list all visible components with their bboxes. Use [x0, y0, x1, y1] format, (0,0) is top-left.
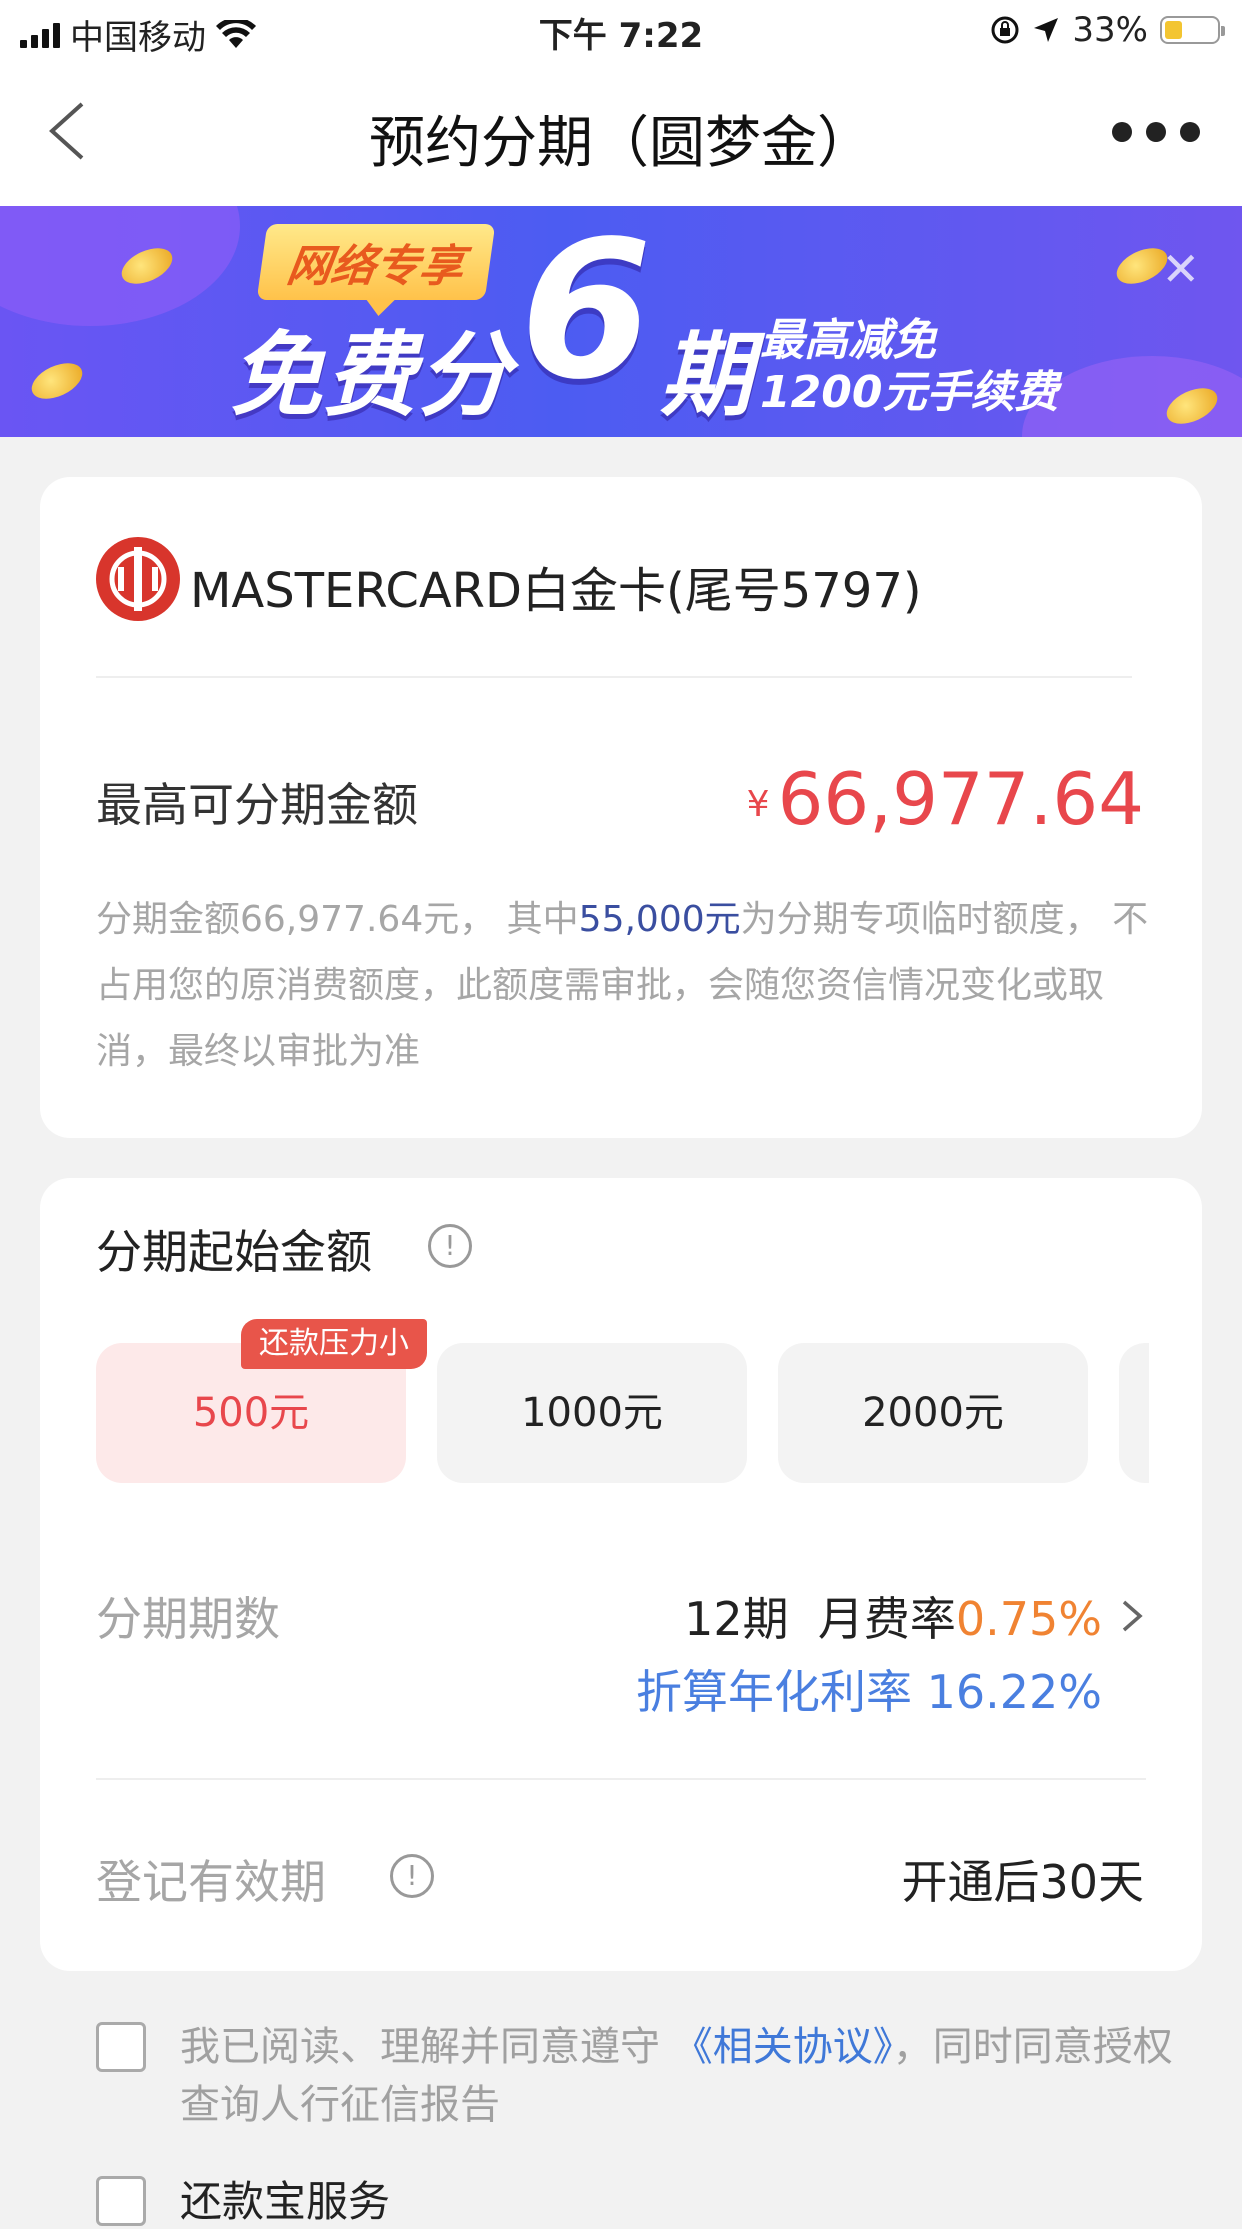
- amount-option-2000[interactable]: 2000元: [778, 1343, 1088, 1483]
- more-icon[interactable]: [1112, 122, 1200, 142]
- installment-panel: 分期起始金额 ! 500元 还款压力小 1000元 2000元 分期期数 12期…: [40, 1178, 1202, 1971]
- amount-option-1000[interactable]: 1000元: [437, 1343, 747, 1483]
- divider: [96, 1778, 1146, 1780]
- agreement-text: 我已阅读、理解并同意遵守 《相关协议》，同时同意授权查询人行征信报告: [180, 2018, 1180, 2134]
- promo-banner[interactable]: 网络专享 免费分 6 期 最高减免 1200元手续费 ✕: [0, 206, 1242, 437]
- service-checkbox[interactable]: [96, 2176, 146, 2226]
- status-right: 33%: [990, 10, 1225, 50]
- desc-pre: 分期金额66,977.64元， 其中: [96, 899, 579, 940]
- location-arrow-icon: [1034, 18, 1059, 42]
- desc-highlight: 55,000元: [578, 899, 741, 940]
- max-amount: ¥66,977.64: [747, 757, 1144, 841]
- amount-option-more[interactable]: [1119, 1343, 1149, 1483]
- fee-rate: 0.75%: [955, 1592, 1102, 1646]
- currency-symbol: ¥: [746, 784, 770, 825]
- bank-logo-icon: [96, 537, 180, 621]
- banner-tag: 网络专享: [256, 224, 496, 300]
- page-title: 预约分期（圆梦金）: [369, 111, 873, 176]
- status-bar: 中国移动 下午 7:22 33%: [0, 0, 1242, 62]
- agreement-pre: 我已阅读、理解并同意遵守: [180, 2024, 660, 2070]
- annual-rate: 折算年化利率 16.22%: [635, 1665, 1102, 1719]
- divider: [96, 676, 1132, 678]
- period-selector[interactable]: 12期 月费率0.75%: [684, 1583, 1102, 1649]
- card-info-panel: MASTERCARD白金卡(尾号5797) 最高可分期金额 ¥66,977.64…: [40, 477, 1202, 1138]
- recommend-tag: 还款压力小: [241, 1319, 427, 1369]
- info-icon[interactable]: !: [390, 1854, 434, 1898]
- service-label: 还款宝服务: [180, 2177, 391, 2226]
- agreement-checkbox[interactable]: [96, 2022, 146, 2072]
- fee-label: 月费率: [817, 1592, 956, 1646]
- period-value: 12期: [684, 1592, 789, 1646]
- battery-icon: [1160, 16, 1225, 44]
- max-amount-label: 最高可分期金额: [96, 778, 418, 832]
- banner-headline-b: 期: [660, 322, 753, 429]
- period-label: 分期期数: [96, 1592, 280, 1646]
- coin-icon: [26, 355, 88, 407]
- battery-percent: 33%: [1072, 10, 1148, 50]
- battery-fill: [1165, 21, 1182, 39]
- info-icon[interactable]: !: [428, 1224, 472, 1268]
- close-icon[interactable]: ✕: [1161, 242, 1200, 296]
- card-name: MASTERCARD白金卡(尾号5797): [190, 563, 922, 619]
- banner-decoration: [0, 206, 240, 326]
- valid-period-label: 登记有效期: [96, 1855, 326, 1909]
- chevron-right-icon[interactable]: [1114, 1598, 1150, 1634]
- banner-headline-a: 免费分: [230, 322, 513, 429]
- agreement-link[interactable]: 《相关协议》: [673, 2024, 893, 2070]
- start-amount-label: 分期起始金额: [96, 1225, 372, 1279]
- orientation-lock-icon: [991, 16, 1019, 44]
- max-amount-value: 66,977.64: [777, 757, 1144, 841]
- banner-subline-2: 1200元手续费: [760, 367, 1059, 418]
- amount-description: 分期金额66,977.64元， 其中55,000元为分期专项临时额度， 不占用您…: [96, 887, 1156, 1085]
- banner-headline-number: 6: [520, 206, 653, 421]
- nav-bar: 预约分期（圆梦金）: [0, 62, 1242, 206]
- valid-period-value: 开通后30天: [901, 1855, 1144, 1909]
